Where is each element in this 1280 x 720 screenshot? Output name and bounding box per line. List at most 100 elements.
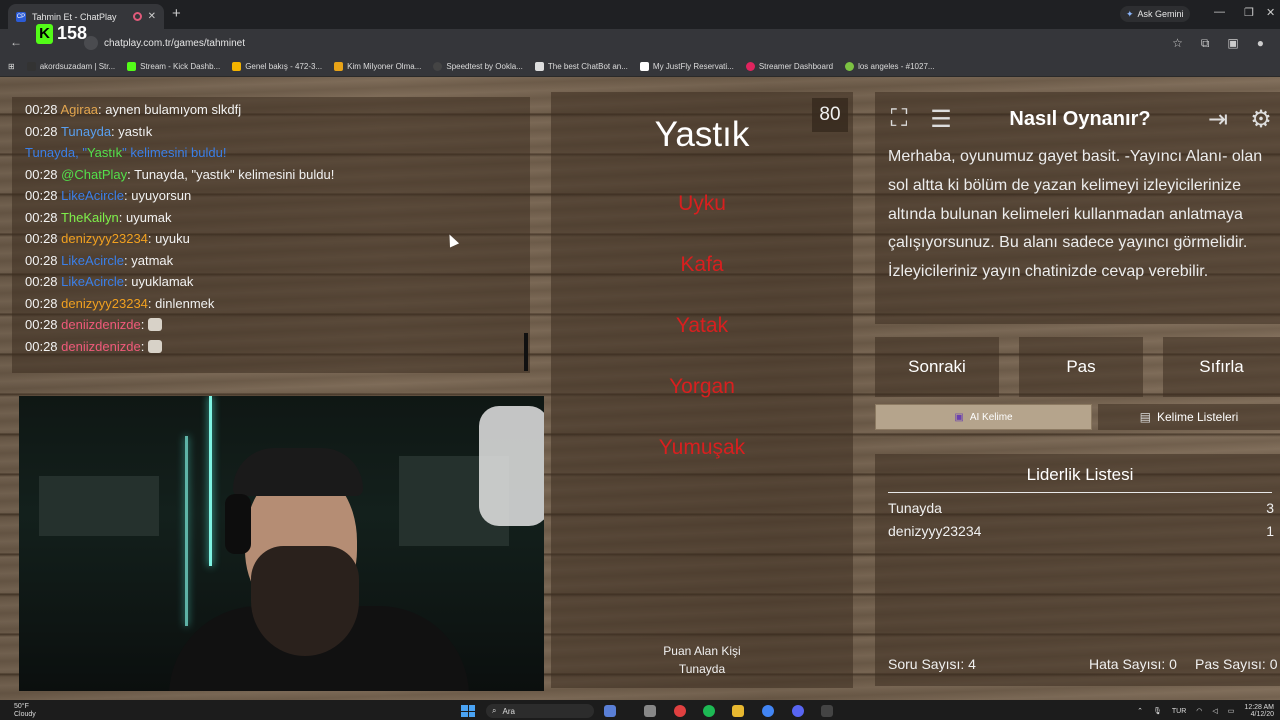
chat-text: uyumak: [125, 209, 172, 225]
file-explorer-icon[interactable]: [732, 705, 744, 717]
taskbar-app-icon[interactable]: [604, 705, 616, 717]
discord-icon[interactable]: [792, 705, 804, 717]
url-field[interactable]: chatplay.com.tr/games/tahminet: [84, 34, 245, 52]
chat-message: 00:28 LikeAcircle: uyuyorsun: [25, 188, 192, 203]
fullscreen-icon[interactable]: ⛶: [882, 104, 916, 134]
recording-icon: [132, 12, 142, 21]
chat-text: Tunayda, "yastık" kelimesini buldu!: [134, 166, 335, 182]
pass-button[interactable]: Pas: [1019, 337, 1143, 397]
wifi-icon[interactable]: ◠: [1196, 707, 1202, 715]
howto-text: Merhaba, oyunumuz gayet basit. -Yayıncı …: [888, 148, 1263, 281]
chat-username[interactable]: denizyyy23234: [61, 296, 148, 311]
ask-gemini-button[interactable]: ✦ Ask Gemini: [1120, 6, 1190, 22]
gemini-label: Ask Gemini: [1137, 9, 1184, 19]
extensions-icon[interactable]: ⧉: [1201, 36, 1210, 51]
chat-time: 00:28: [25, 231, 58, 246]
word-lists-button[interactable]: ▤ Kelime Listeleri: [1098, 404, 1280, 430]
chat-text: uyuklamak: [131, 274, 194, 289]
chat-message: 00:28 denizyyy23234: uyuku: [25, 231, 190, 246]
taskbar-app-icon[interactable]: [674, 705, 686, 717]
notebook-icon: ▤: [1139, 410, 1151, 424]
chat-time: 00:28: [25, 295, 58, 311]
bookmark-item[interactable]: los angeles - #1027...: [845, 62, 935, 71]
bookmark-item[interactable]: Stream - Kick Dashb...: [127, 62, 220, 71]
taskbar-search[interactable]: ⌕ Ara: [486, 704, 594, 718]
chat-text: yatmak: [131, 252, 174, 268]
bookmark-item[interactable]: My JustFly Reservati...: [639, 62, 734, 71]
reset-button[interactable]: Sıfırla: [1163, 337, 1280, 397]
chat-message: 00:28 TheKailyn: uyumak: [25, 209, 172, 225]
start-icon[interactable]: [461, 705, 475, 717]
chat-message: 00:28 Tunayda: yastık: [25, 123, 153, 139]
back-arrow-icon[interactable]: ←: [10, 35, 22, 49]
battery-icon[interactable]: ▭: [1228, 707, 1235, 715]
settings-gear-icon[interactable]: ⚙: [1244, 104, 1278, 134]
chat-username[interactable]: @ChatPlay: [61, 167, 127, 182]
bookmark-item[interactable]: Genel bakış - 472-3...: [232, 62, 322, 71]
minimize-icon[interactable]: —: [1214, 6, 1225, 18]
chevron-up-icon[interactable]: ⌃: [1137, 707, 1143, 715]
profile-avatar-icon[interactable]: ●: [1257, 36, 1264, 51]
next-button[interactable]: Sonraki: [875, 337, 999, 397]
game-page: 00:28 Agiraa: aynen bulamıyom slkdfj 00:2…: [0, 77, 1280, 700]
bookmark-item[interactable]: Speedtest by Ookla...: [433, 62, 523, 71]
spotify-icon[interactable]: [703, 705, 715, 717]
tab-close-icon[interactable]: ✕: [148, 11, 156, 22]
ai-word-button[interactable]: ▣ AI Kelime: [875, 404, 1092, 430]
kick-logo-icon: K: [36, 23, 53, 44]
leaderboard-row: denizyyy23234 1: [888, 523, 1274, 539]
bookmark-item[interactable]: akordsuzadam | Str...: [26, 62, 115, 71]
chat-username[interactable]: TheKailyn: [61, 210, 119, 225]
chat-username[interactable]: LikeAcircle: [61, 188, 124, 203]
address-bar-actions: ☆ ⧉ ▣ ●: [1172, 36, 1264, 51]
bookmark-star-icon[interactable]: ☆: [1172, 36, 1183, 51]
chat-message: 00:28 denizyyy23234: dinlenmek: [25, 295, 215, 311]
pass-count: Pas Sayısı: 0: [1195, 656, 1278, 672]
chat-username[interactable]: denizyyy23234: [61, 231, 148, 246]
error-count: Hata Sayısı: 0: [1089, 656, 1177, 672]
volume-icon[interactable]: ◁: [1212, 707, 1217, 715]
mic-icon[interactable]: 🎙: [1153, 707, 1162, 715]
taboo-word: Yorgan: [669, 375, 735, 398]
chat-username[interactable]: LikeAcircle: [61, 274, 124, 289]
question-count: Soru Sayısı: 4: [888, 656, 976, 672]
language-indicator[interactable]: TUR: [1172, 708, 1186, 715]
taboo-word: Yatak: [675, 314, 729, 337]
emote-icon: [147, 318, 162, 331]
clock[interactable]: 12:28 AM 4/12/20: [1244, 704, 1274, 718]
bookmarks-bar: ⊞ akordsuzadam | Str... Stream - Kick Da…: [0, 57, 1280, 77]
weather-widget[interactable]: 50°F Cloudy: [14, 703, 36, 719]
bookmark-item[interactable]: Kim Milyoner Olma...: [334, 62, 421, 71]
chat-time: 00:28: [25, 102, 58, 117]
scorer-name: Tunayda: [678, 662, 726, 676]
chat-username[interactable]: Agiraa: [60, 102, 98, 117]
browser-tab-bar: CP Tahmin Et - ChatPlay ✕ + ✦ Ask Gemini …: [0, 0, 1280, 29]
apps-grid-icon[interactable]: ⊞: [8, 62, 15, 71]
chat-username[interactable]: LikeAcircle: [61, 253, 124, 268]
chat-username[interactable]: deniizdenizde: [61, 317, 141, 332]
chrome-icon[interactable]: [762, 705, 774, 717]
chatplay-favicon-icon: CP: [16, 11, 26, 22]
url-text: chatplay.com.tr/games/tahminet: [104, 37, 245, 49]
chat-time: 00:28: [25, 123, 58, 139]
taboo-word: Kafa: [680, 253, 724, 276]
exit-icon[interactable]: ⇥: [1201, 104, 1235, 134]
chat-scrollbar[interactable]: [524, 333, 528, 371]
chat-time: 00:28: [25, 209, 58, 225]
taskbar-app-icon[interactable]: [821, 705, 833, 717]
close-window-icon[interactable]: ✕: [1266, 6, 1275, 19]
sidebar-icon[interactable]: ▣: [1227, 36, 1238, 51]
chat-time: 00:28: [25, 338, 58, 354]
new-tab-button[interactable]: +: [172, 5, 181, 22]
scorer-box: Puan Alan Kişi Tunayda: [551, 642, 853, 678]
chat-time: 00:28: [25, 166, 58, 182]
bookmark-item[interactable]: Streamer Dashboard: [745, 62, 833, 71]
emote-icon: [147, 339, 162, 353]
chat-username[interactable]: deniizdenizde: [61, 339, 141, 354]
bookmark-item[interactable]: The best ChatBot an...: [534, 62, 628, 71]
maximize-icon[interactable]: ❐: [1244, 6, 1254, 19]
chat-username[interactable]: Tunayda: [61, 124, 111, 139]
search-icon: ⌕: [492, 706, 497, 715]
document-icon[interactable]: ☰: [924, 104, 958, 134]
taskbar-app-icon[interactable]: [644, 705, 656, 717]
